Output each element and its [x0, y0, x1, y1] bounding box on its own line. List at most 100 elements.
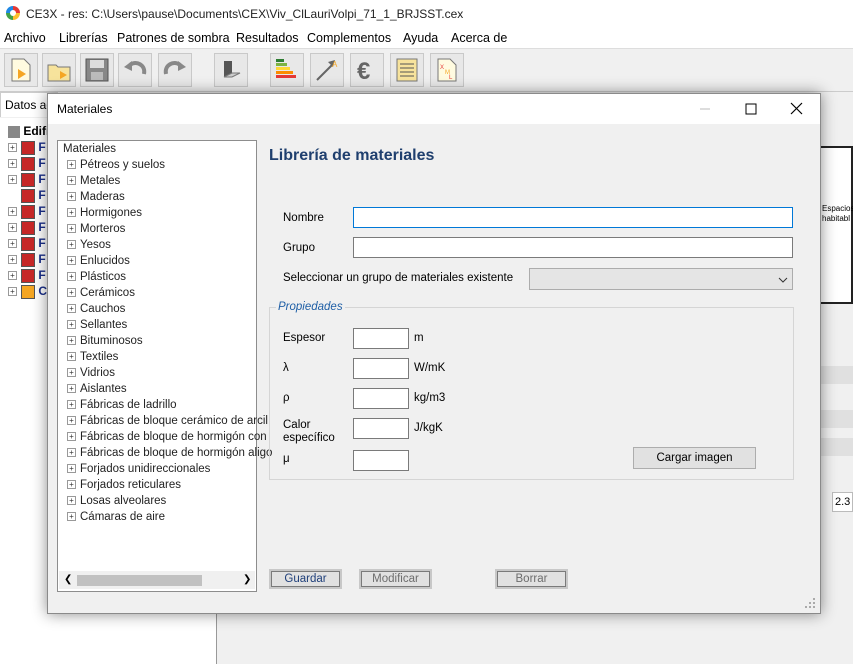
3d-block-icon[interactable]	[214, 53, 248, 87]
tree-row[interactable]: + C	[8, 284, 47, 300]
expand-icon[interactable]: +	[67, 384, 76, 394]
tree-item[interactable]: + Cerámicos	[67, 287, 135, 303]
save-button[interactable]: Guardar	[269, 569, 342, 589]
expand-icon[interactable]: +	[67, 496, 76, 506]
calor-especifico-input[interactable]	[353, 418, 409, 439]
expand-icon[interactable]: +	[67, 352, 76, 362]
tree-item[interactable]: + Yesos	[67, 239, 111, 255]
expand-icon[interactable]: +	[8, 239, 17, 249]
expand-icon[interactable]: +	[8, 159, 17, 169]
menu-resultados[interactable]: Resultados	[236, 31, 299, 45]
tree-item[interactable]: + Losas alveolares	[67, 495, 166, 511]
load-image-button[interactable]: Cargar imagen	[633, 447, 756, 469]
minimize-button[interactable]	[682, 94, 728, 124]
redo-icon[interactable]	[158, 53, 192, 87]
tree-item[interactable]: + Fábricas de bloque de hormigón con	[67, 431, 267, 447]
menu-acerca-de[interactable]: Acerca de	[451, 31, 507, 45]
tree-item[interactable]: + Sellantes	[67, 319, 127, 335]
expand-icon[interactable]: +	[67, 176, 76, 186]
menu-patrones[interactable]: Patrones de sombra	[117, 31, 230, 45]
undo-icon[interactable]	[118, 53, 152, 87]
tree-item[interactable]: + Cauchos	[67, 303, 125, 319]
expand-icon[interactable]: +	[67, 464, 76, 474]
tree-item[interactable]: + Vidrios	[67, 367, 115, 383]
modify-button[interactable]: Modificar	[359, 569, 432, 589]
value-field[interactable]: 2.3	[832, 492, 853, 512]
expand-icon[interactable]: +	[8, 255, 17, 265]
rho-input[interactable]	[353, 388, 409, 409]
group-select[interactable]	[529, 268, 793, 290]
expand-icon[interactable]: +	[67, 416, 76, 426]
tree-item[interactable]: + Plásticos	[67, 271, 126, 287]
mu-input[interactable]	[353, 450, 409, 471]
tree-row[interactable]: + F	[8, 140, 46, 156]
expand-icon[interactable]: +	[8, 223, 17, 233]
tree-item[interactable]: + Enlucidos	[67, 255, 130, 271]
expand-icon[interactable]: +	[67, 192, 76, 202]
menu-librerias[interactable]: Librerías	[59, 31, 108, 45]
expand-icon[interactable]: +	[67, 512, 76, 522]
maximize-button[interactable]	[728, 94, 774, 124]
nombre-input[interactable]	[353, 207, 793, 228]
expand-icon[interactable]: +	[67, 448, 76, 458]
expand-icon[interactable]: +	[67, 208, 76, 218]
expand-icon[interactable]: +	[8, 207, 17, 217]
tree-row[interactable]: + F	[8, 156, 46, 172]
expand-icon[interactable]: +	[67, 304, 76, 314]
energy-rating-icon[interactable]	[270, 53, 304, 87]
euro-icon[interactable]: €	[350, 53, 384, 87]
expand-icon[interactable]: +	[67, 272, 76, 282]
close-button[interactable]	[774, 94, 820, 124]
tree-item[interactable]: + Aislantes	[67, 383, 127, 399]
expand-icon[interactable]: +	[67, 240, 76, 250]
tree-item[interactable]: + Fábricas de bloque de hormigón aligo	[67, 447, 272, 463]
save-icon[interactable]	[80, 53, 114, 87]
tree-row[interactable]: + F	[8, 172, 46, 188]
tree-root-materiales[interactable]: Materiales	[63, 143, 116, 159]
expand-icon[interactable]: +	[67, 432, 76, 442]
lambda-input[interactable]	[353, 358, 409, 379]
tree-item[interactable]: + Textiles	[67, 351, 118, 367]
delete-button[interactable]: Borrar	[495, 569, 568, 589]
scroll-left-icon[interactable]: ❮	[64, 574, 72, 585]
scroll-right-icon[interactable]: ❯	[243, 574, 251, 585]
menu-ayuda[interactable]: Ayuda	[403, 31, 438, 45]
tree-root[interactable]: Edifi	[8, 124, 49, 140]
horizontal-scrollbar[interactable]: ❮ ❯	[59, 571, 255, 589]
xml-icon[interactable]: XML	[430, 53, 464, 87]
tree-item[interactable]: + Fábricas de bloque cerámico de arcil	[67, 415, 268, 431]
expand-icon[interactable]: +	[67, 480, 76, 490]
expand-icon[interactable]: +	[8, 271, 17, 281]
tree-row[interactable]: + F	[8, 220, 46, 236]
expand-icon[interactable]: +	[67, 224, 76, 234]
espesor-input[interactable]	[353, 328, 409, 349]
new-file-icon[interactable]	[4, 53, 38, 87]
tree-row[interactable]: + F	[8, 236, 46, 252]
expand-icon[interactable]: +	[8, 175, 17, 185]
tree-item[interactable]: + Fábricas de ladrillo	[67, 399, 177, 415]
open-folder-icon[interactable]	[42, 53, 76, 87]
expand-icon[interactable]: +	[67, 400, 76, 410]
tree-item[interactable]: + Morteros	[67, 223, 125, 239]
expand-icon[interactable]: +	[8, 143, 17, 153]
expand-icon[interactable]: +	[8, 287, 17, 297]
tree-item[interactable]: + Bituminosos	[67, 335, 143, 351]
scroll-thumb[interactable]	[77, 575, 202, 586]
tree-row[interactable]: + F	[8, 204, 46, 220]
tree-item[interactable]: + Forjados reticulares	[67, 479, 181, 495]
tree-item[interactable]: + Maderas	[67, 191, 125, 207]
tree-item[interactable]: + Metales	[67, 175, 120, 191]
tree-item[interactable]: + Pétreos y suelos	[67, 159, 165, 175]
improve-arrow-icon[interactable]: A	[310, 53, 344, 87]
menu-archivo[interactable]: Archivo	[4, 31, 46, 45]
expand-icon[interactable]: +	[67, 160, 76, 170]
report-icon[interactable]	[390, 53, 424, 87]
tree-row[interactable]: + F	[8, 252, 46, 268]
expand-icon[interactable]: +	[67, 256, 76, 266]
resize-grip-icon[interactable]	[804, 597, 816, 609]
tree-item[interactable]: + Hormigones	[67, 207, 142, 223]
menu-complementos[interactable]: Complementos	[307, 31, 391, 45]
tree-row[interactable]: + F	[8, 268, 46, 284]
tree-item[interactable]: + Cámaras de aire	[67, 511, 165, 527]
expand-icon[interactable]: +	[67, 320, 76, 330]
